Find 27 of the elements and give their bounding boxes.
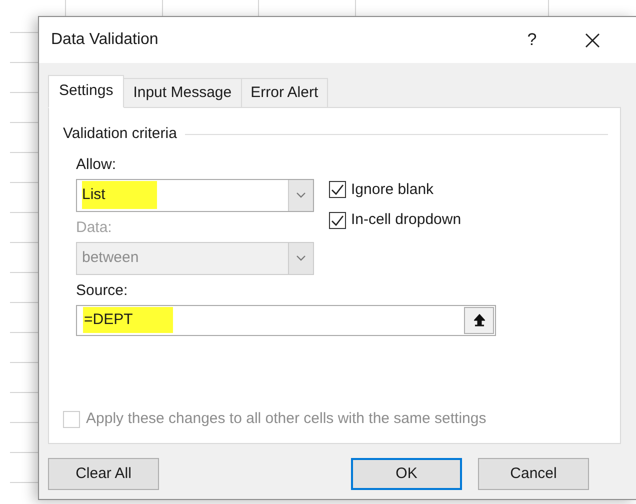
help-button[interactable]: ? [512,20,552,60]
checkbox-label: Ignore blank [351,180,434,200]
checkbox[interactable] [329,181,346,198]
tab[interactable]: Settings [48,75,124,108]
source-field[interactable]: =DEPT [76,304,496,336]
allow-label: Allow: [76,156,118,174]
dialog-button[interactable]: OK [351,458,462,490]
chevron-down-icon [296,255,306,261]
close-icon [584,32,600,48]
dialog-button[interactable]: Clear All [48,458,159,490]
dropdown-value: List [77,180,288,210]
window-title: Data Validation [51,30,158,50]
data-label: Data: [76,218,113,236]
checkbox-label: In-cell dropdown [351,210,462,230]
source-label: Source: [76,282,129,300]
collapse-dialog-button[interactable] [464,306,494,334]
checkbox[interactable] [329,212,346,229]
up-arrow-icon [474,314,484,326]
section-title: Validation criteria [63,124,177,144]
allow-dropdown[interactable]: List [76,178,314,212]
checkbox-label: Apply these changes to all other cells with the same settings [86,409,486,429]
dialog-button[interactable]: Cancel [478,458,589,490]
source-value: =DEPT [79,307,464,333]
tab[interactable]: Error Alert [242,78,328,108]
dropdown-value: between [81,248,140,268]
tab[interactable]: Input Message [124,78,242,108]
chevron-down-icon [296,192,306,198]
